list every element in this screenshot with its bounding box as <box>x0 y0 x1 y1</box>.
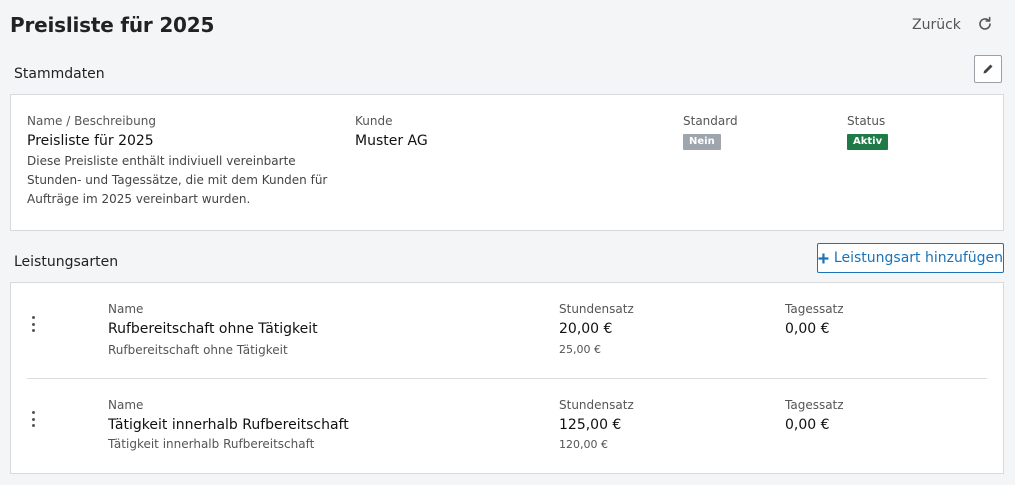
stammdaten-title: Stammdaten <box>14 66 105 82</box>
col-tagessatz-label: Tagessatz <box>785 302 844 316</box>
pencil-icon <box>983 64 993 74</box>
row-menu-button[interactable] <box>28 411 38 427</box>
row-name: Rufbereitschaft ohne Tätigkeit <box>108 321 318 337</box>
leistungsarten-card: Name Rufbereitschaft ohne Tätigkeit Rufb… <box>10 282 1004 474</box>
refresh-icon <box>979 16 991 30</box>
stammdaten-card: Name / Beschreibung Preisliste für 2025 … <box>10 94 1004 231</box>
col-name-label: Name <box>108 398 144 412</box>
back-link[interactable]: Zurück <box>912 17 961 33</box>
col-stundensatz-label: Stundensatz <box>559 398 634 412</box>
tagessatz-value: 0,00 € <box>785 321 830 337</box>
row-description: Rufbereitschaft ohne Tätigkeit <box>108 343 288 357</box>
refresh-button[interactable] <box>977 16 995 34</box>
kebab-dot <box>31 316 35 319</box>
status-label: Status <box>847 114 886 128</box>
standard-badge: Nein <box>683 134 721 150</box>
kunde-value: Muster AG <box>355 133 428 149</box>
stundensatz-sub-value: 25,00 € <box>559 343 601 356</box>
leistungsarten-title: Leistungsarten <box>14 254 119 270</box>
kebab-dot <box>31 417 35 421</box>
standard-label: Standard <box>683 114 738 128</box>
edit-button[interactable] <box>974 55 1002 83</box>
page-title: Preisliste für 2025 <box>10 13 215 37</box>
add-leistungsart-label: Leistungsart hinzufügen <box>833 250 1003 266</box>
name-label: Name / Beschreibung <box>27 114 156 128</box>
stundensatz-value: 125,00 € <box>559 417 622 433</box>
kebab-dot <box>31 322 35 326</box>
add-leistungsart-button[interactable]: Leistungsart hinzufügen <box>817 243 1004 273</box>
col-stundensatz-label: Stundensatz <box>559 302 634 316</box>
row-name: Tätigkeit innerhalb Rufbereitschaft <box>108 417 349 433</box>
plus-icon <box>818 253 829 263</box>
col-name-label: Name <box>108 302 144 316</box>
kebab-dot <box>31 329 35 332</box>
kunde-label: Kunde <box>355 114 393 128</box>
status-badge: Aktiv <box>847 134 889 150</box>
tagessatz-value: 0,00 € <box>785 417 830 433</box>
kebab-dot <box>31 411 35 414</box>
kebab-dot <box>31 424 35 427</box>
name-value: Preisliste für 2025 <box>27 133 154 149</box>
row-description: Tätigkeit innerhalb Rufbereitschaft <box>108 437 315 451</box>
stundensatz-sub-value: 120,00 € <box>559 438 608 451</box>
row-divider <box>27 378 987 379</box>
description-text: Diese Preisliste enthält indiviuell vere… <box>27 154 328 206</box>
stundensatz-value: 20,00 € <box>559 321 613 337</box>
col-tagessatz-label: Tagessatz <box>785 398 844 412</box>
row-menu-button[interactable] <box>28 316 38 332</box>
